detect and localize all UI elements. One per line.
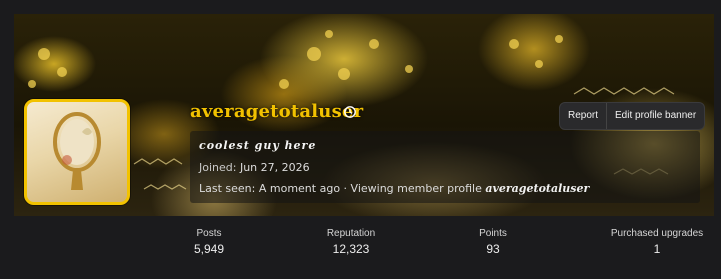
stat-label: Points — [479, 228, 507, 239]
joined-label: Joined: — [199, 161, 237, 174]
stat-reputation[interactable]: Reputation 12,323 — [311, 228, 391, 256]
profile-actions: Report Edit profile banner — [559, 102, 706, 130]
last-seen-label: Last seen: — [199, 182, 256, 195]
stat-value: 93 — [486, 242, 500, 256]
stat-value: 5,949 — [193, 242, 225, 256]
top-strip — [0, 0, 721, 14]
profile-stats: Posts 5,949 Reputation 12,323 Points 93 … — [14, 216, 714, 279]
stat-posts[interactable]: Posts 5,949 — [179, 228, 239, 256]
frame-left — [0, 14, 14, 279]
joined-date: Joined: Jun 27, 2026 — [199, 161, 310, 174]
username[interactable]: averagetotaluser — [190, 101, 363, 122]
last-seen-text: A moment ago · Viewing member profile — [258, 182, 482, 195]
last-seen: Last seen: A moment ago · Viewing member… — [199, 182, 589, 195]
stat-label: Purchased upgrades — [610, 228, 704, 239]
last-seen-username[interactable]: averagetotaluser — [485, 182, 589, 195]
history-icon[interactable] — [343, 105, 357, 119]
stat-value: 12,323 — [332, 242, 370, 256]
avatar[interactable] — [24, 99, 130, 205]
stat-label: Reputation — [326, 228, 376, 239]
stat-label: Posts — [196, 228, 222, 239]
edit-profile-banner-button[interactable]: Edit profile banner — [606, 103, 704, 129]
user-tagline: coolest guy here — [199, 139, 317, 152]
joined-value: Jun 27, 2026 — [239, 161, 310, 174]
stat-purchased-upgrades[interactable]: Purchased upgrades 1 — [597, 228, 717, 256]
mirror-icon — [53, 112, 101, 190]
stat-value: 1 — [653, 242, 661, 256]
stat-points[interactable]: Points 93 — [463, 228, 523, 256]
report-button[interactable]: Report — [560, 103, 606, 129]
